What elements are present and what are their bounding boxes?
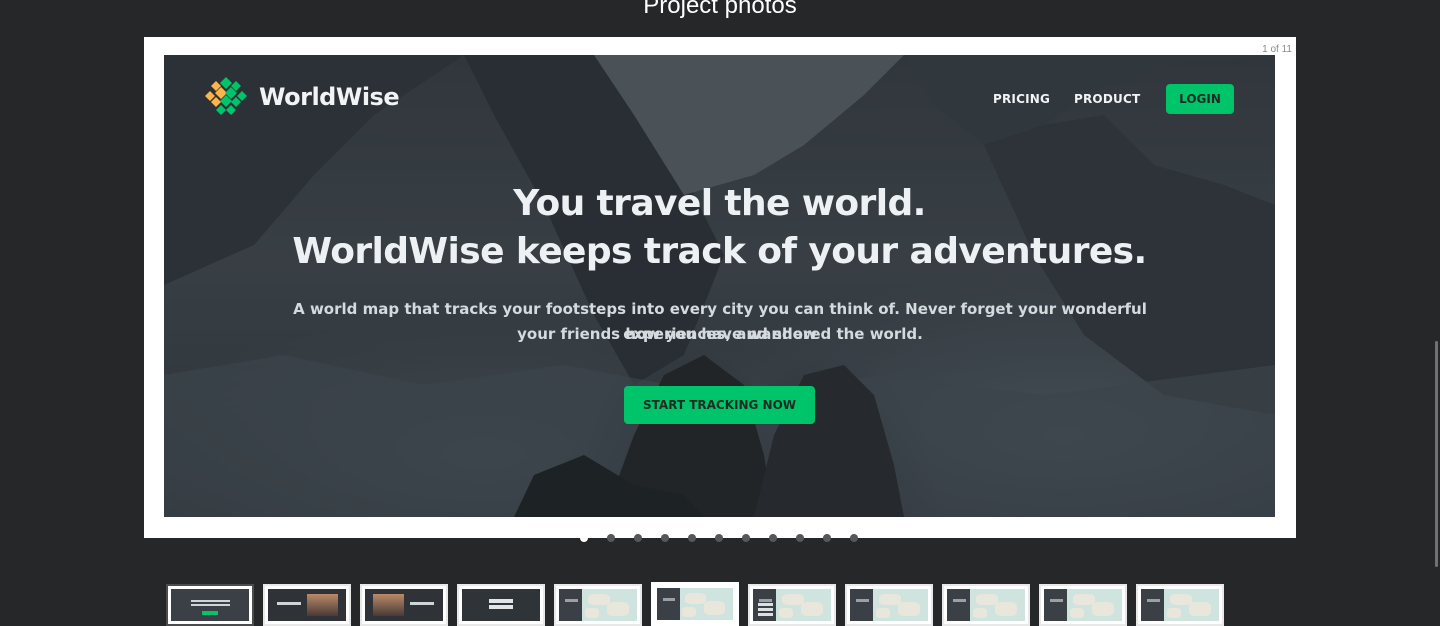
thumbnail-preview — [559, 589, 637, 621]
thumbnail-9[interactable] — [942, 584, 1030, 626]
brand-name: WorldWise — [259, 83, 400, 111]
pager-dot-9[interactable] — [796, 534, 804, 542]
current-photo[interactable]: WorldWise PRICING PRODUCT LOGIN You trav… — [164, 55, 1275, 517]
hero-subtext-line2: your friends how you have wandered the w… — [517, 325, 923, 343]
thumbnail-3[interactable] — [360, 584, 448, 626]
thumbnail-preview — [1141, 589, 1219, 621]
thumbnail-8[interactable] — [845, 584, 933, 626]
pager-dot-4[interactable] — [661, 534, 669, 542]
thumbnail-preview — [462, 589, 540, 621]
pager-dot-1[interactable] — [580, 534, 588, 542]
pager-dot-10[interactable] — [823, 534, 831, 542]
thumbnail-4[interactable] — [457, 584, 545, 626]
thumbnail-11[interactable] — [1136, 584, 1224, 626]
thumbnail-preview — [365, 589, 443, 621]
thumbnail-preview — [268, 589, 346, 621]
thumbnail-preview — [171, 589, 249, 621]
thumbnail-preview — [657, 588, 733, 620]
thumbnail-10[interactable] — [1039, 584, 1127, 626]
hero-headline-line1: You travel the world. — [513, 183, 926, 224]
thumbnail-strip — [0, 582, 1440, 626]
pager-dot-5[interactable] — [688, 534, 696, 542]
pager-dot-8[interactable] — [769, 534, 777, 542]
thumbnail-7[interactable] — [748, 584, 836, 626]
thumbnail-2[interactable] — [263, 584, 351, 626]
photo-viewer-page: Project photos 1 of 11 WorldWise PRICING… — [0, 0, 1440, 626]
thumbnail-5[interactable] — [554, 584, 642, 626]
nav-product-link: PRODUCT — [1074, 92, 1141, 106]
thumbnail-preview — [850, 589, 928, 621]
pager-dot-6[interactable] — [715, 534, 723, 542]
pager-dot-3[interactable] — [634, 534, 642, 542]
worldwise-logo-icon — [205, 77, 247, 115]
thumbnail-preview — [753, 589, 831, 621]
start-tracking-button: START TRACKING NOW — [624, 386, 815, 424]
pager-dot-7[interactable] — [742, 534, 750, 542]
thumbnail-preview — [947, 589, 1025, 621]
page-scrollbar[interactable] — [1435, 341, 1438, 567]
thumbnail-preview — [1044, 589, 1122, 621]
thumbnail-1[interactable] — [166, 584, 254, 626]
hero-headline-line2: WorldWise keeps track of your adventures… — [292, 231, 1147, 272]
page-title: Project photos — [643, 0, 797, 19]
photo-overlay — [164, 55, 1275, 517]
nav-pricing-link: PRICING — [993, 92, 1051, 106]
pager-dot-2[interactable] — [607, 534, 615, 542]
login-button: LOGIN — [1166, 84, 1234, 114]
pager-dot-11[interactable] — [850, 534, 858, 542]
photo-viewer[interactable]: 1 of 11 WorldWise PRICING PRODUCT LOGIN … — [144, 37, 1296, 538]
thumbnail-6[interactable] — [651, 582, 739, 626]
slide-counter: 1 of 11 — [1262, 44, 1292, 55]
